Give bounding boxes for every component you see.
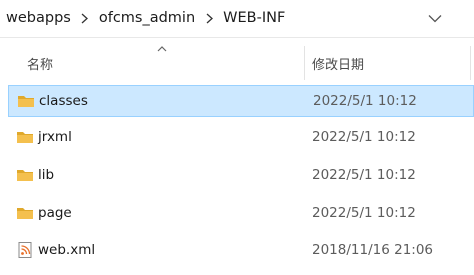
file-date: 2022/5/1 10:12 <box>312 167 416 183</box>
divider <box>0 37 474 38</box>
sort-ascending-icon <box>157 46 167 52</box>
file-name: page <box>38 205 72 221</box>
file-row-web-xml[interactable]: web.xml 2018/11/16 21:06 <box>8 235 474 267</box>
file-date: 2018/11/16 21:06 <box>312 242 434 258</box>
folder-icon <box>17 170 33 181</box>
breadcrumb-item-ofcms-admin[interactable]: ofcms_admin <box>97 10 197 26</box>
column-resize-handle[interactable] <box>470 46 471 80</box>
chevron-right-icon[interactable] <box>73 13 97 24</box>
file-row-lib[interactable]: lib 2022/5/1 10:12 <box>8 160 474 192</box>
column-header-date-modified[interactable]: 修改日期 <box>312 54 364 73</box>
folder-icon <box>18 96 34 107</box>
column-header-row: 名称 修改日期 <box>0 44 474 82</box>
chevron-right-icon[interactable] <box>197 13 221 24</box>
xml-file-icon <box>18 242 32 258</box>
column-resize-handle[interactable] <box>304 46 305 80</box>
file-date: 2022/5/1 10:12 <box>312 205 416 221</box>
folder-icon <box>17 132 33 143</box>
file-date: 2022/5/1 10:12 <box>313 93 417 109</box>
breadcrumb-item-web-inf[interactable]: WEB-INF <box>221 10 287 26</box>
file-name: web.xml <box>38 242 96 258</box>
file-name: classes <box>39 93 88 109</box>
file-row-page[interactable]: page 2022/5/1 10:12 <box>8 198 474 230</box>
file-date: 2022/5/1 10:12 <box>312 129 416 145</box>
column-header-name[interactable]: 名称 <box>27 54 53 73</box>
chevron-down-icon[interactable] <box>426 10 444 26</box>
folder-icon <box>17 208 33 219</box>
file-name: jrxml <box>38 129 72 145</box>
file-row-classes[interactable]: classes 2022/5/1 10:12 <box>8 85 474 117</box>
file-row-jrxml[interactable]: jrxml 2022/5/1 10:12 <box>8 122 474 154</box>
breadcrumb-item-webapps[interactable]: webapps <box>0 10 73 26</box>
breadcrumb: webapps ofcms_admin WEB-INF <box>0 0 474 36</box>
file-name: lib <box>38 167 55 183</box>
